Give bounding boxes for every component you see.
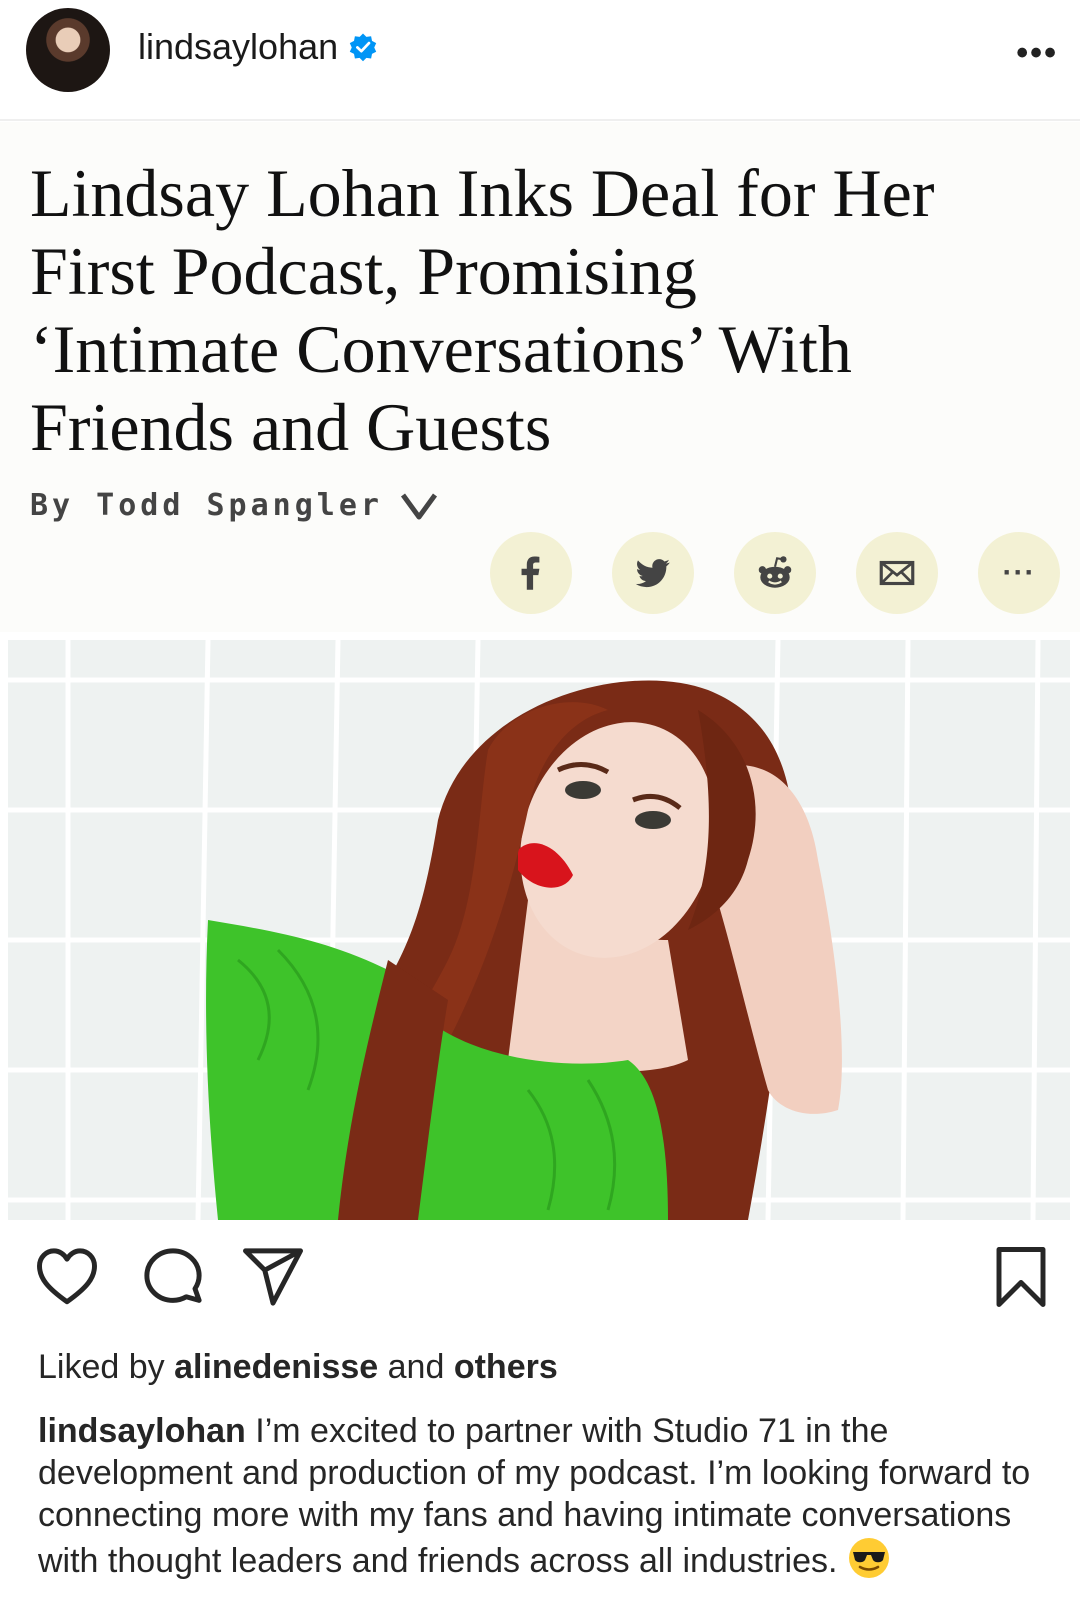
likes-summary: Liked by alinedenisse and others — [38, 1348, 558, 1387]
headline-line: Friends and Guests — [30, 389, 552, 465]
share-icon[interactable] — [240, 1244, 306, 1310]
chevron-down-icon — [400, 493, 438, 519]
action-bar — [0, 1244, 1080, 1324]
sunglasses-emoji-icon — [849, 1538, 890, 1578]
caption-username[interactable]: lindsaylohan — [38, 1412, 246, 1450]
article-byline: By Todd Spangler — [30, 488, 439, 523]
article-screenshot: Lindsay Lohan Inks Deal for Her First Po… — [0, 122, 1080, 632]
headline-line: Lindsay Lohan Inks Deal for Her — [30, 155, 935, 231]
facebook-icon — [490, 532, 572, 614]
likes-prefix: Liked by — [38, 1348, 175, 1386]
more-icon: ··· — [978, 532, 1060, 614]
article-headline: Lindsay Lohan Inks Deal for Her First Po… — [30, 154, 1060, 466]
more-options-icon[interactable]: ••• — [1016, 34, 1058, 73]
reddit-icon — [734, 532, 816, 614]
comment-icon[interactable] — [140, 1244, 206, 1310]
headline-line: First Podcast, Promising — [30, 233, 697, 309]
username-label[interactable]: lindsaylohan — [138, 26, 338, 68]
post-caption: lindsaylohan I’m excited to partner with… — [38, 1410, 1048, 1582]
post-username[interactable]: lindsaylohan — [138, 26, 378, 68]
liked-by-user[interactable]: alinedenisse — [174, 1348, 378, 1386]
heart-icon[interactable] — [34, 1244, 100, 1310]
bookmark-icon[interactable] — [988, 1244, 1054, 1310]
post-photo[interactable] — [8, 640, 1070, 1220]
header-divider — [0, 119, 1080, 121]
twitter-icon — [612, 532, 694, 614]
verified-badge-icon — [349, 33, 377, 62]
share-buttons: ··· — [490, 532, 1060, 614]
share-more-label: ··· — [1002, 556, 1036, 589]
likes-others-link[interactable]: others — [454, 1348, 558, 1386]
byline-text: By Todd Spangler — [30, 488, 383, 523]
avatar[interactable] — [26, 8, 110, 92]
email-icon — [856, 532, 938, 614]
post-header: lindsaylohan ••• — [0, 0, 1080, 120]
headline-line: ‘Intimate Conversations’ With — [30, 311, 852, 387]
likes-middle: and — [378, 1348, 454, 1386]
portrait-image — [8, 640, 1070, 1220]
